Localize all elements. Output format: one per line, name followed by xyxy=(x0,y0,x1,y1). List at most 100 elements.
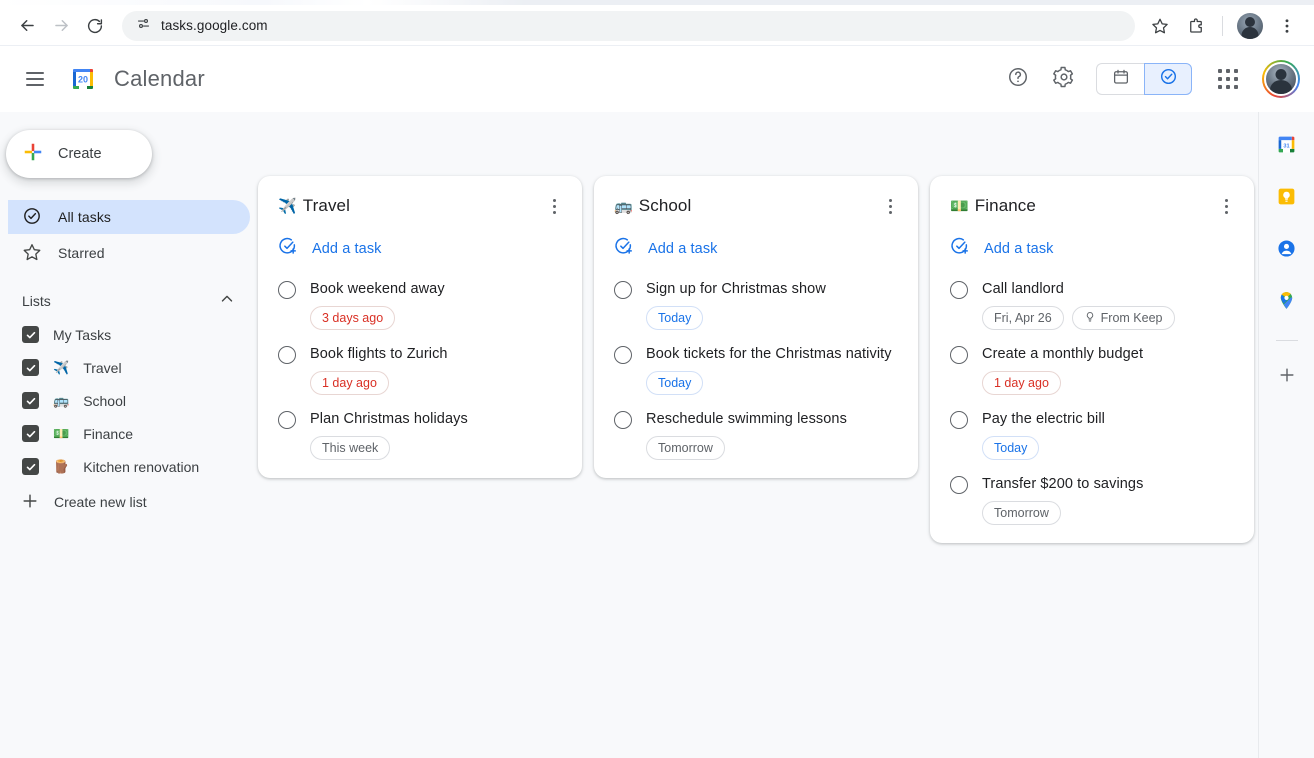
list-visibility-checkbox[interactable] xyxy=(22,326,39,343)
star-icon xyxy=(1151,17,1169,35)
settings-button[interactable] xyxy=(1044,59,1084,99)
extensions-puzzle-icon xyxy=(1187,17,1205,35)
google-apps-button[interactable] xyxy=(1208,59,1248,99)
task-complete-checkbox[interactable] xyxy=(278,411,296,429)
create-button[interactable]: Create xyxy=(6,130,152,178)
list-emoji: 🪵 xyxy=(53,458,70,474)
sidebar-list-label: Finance xyxy=(83,425,133,442)
forward-button[interactable] xyxy=(44,9,78,43)
add-task-button[interactable]: Add a task xyxy=(594,222,918,269)
task-chip-label: From Keep xyxy=(1100,311,1163,325)
reload-button[interactable] xyxy=(78,9,112,43)
task-row[interactable]: Pay the electric bill Today xyxy=(930,399,1254,464)
task-chip[interactable]: This week xyxy=(310,436,391,460)
task-title: Book tickets for the Christmas nativity xyxy=(646,346,892,362)
task-complete-checkbox[interactable] xyxy=(614,411,632,429)
sidebar-list-item[interactable]: 🪵 Kitchen renovation xyxy=(0,450,258,483)
task-row[interactable]: Reschedule swimming lessons Tomorrow xyxy=(594,399,918,464)
card-menu-button[interactable] xyxy=(874,190,906,222)
site-settings-icon[interactable] xyxy=(136,16,151,36)
task-complete-checkbox[interactable] xyxy=(614,346,632,364)
list-visibility-checkbox[interactable] xyxy=(22,425,39,442)
task-chip[interactable]: 3 days ago xyxy=(310,306,396,330)
browser-menu-button[interactable] xyxy=(1270,9,1304,43)
main-menu-button[interactable] xyxy=(14,58,56,100)
bookmark-button[interactable] xyxy=(1143,9,1177,43)
reload-icon xyxy=(86,17,104,35)
task-chip[interactable]: From Keep xyxy=(1071,306,1175,330)
lists-section-header[interactable]: Lists xyxy=(0,284,258,318)
extensions-button[interactable] xyxy=(1179,9,1213,43)
browser-toolbar-actions xyxy=(1143,9,1304,43)
google-calendar-icon[interactable]: 31 xyxy=(1269,126,1305,162)
sidebar-list-item[interactable]: 🚌 School xyxy=(0,384,258,417)
task-title: Book flights to Zurich xyxy=(310,346,448,362)
card-menu-button[interactable] xyxy=(1210,190,1242,222)
list-emoji: 💵 xyxy=(53,425,70,441)
task-chip[interactable]: Fri, Apr 26 xyxy=(982,306,1064,330)
card-header: 🚌 School xyxy=(594,190,918,222)
task-chip-label: 1 day ago xyxy=(994,376,1049,390)
account-avatar[interactable] xyxy=(1262,60,1300,98)
sidebar-list-item[interactable]: 💵 Finance xyxy=(0,417,258,450)
task-chip[interactable]: Today xyxy=(646,371,704,395)
task-chip[interactable]: Today xyxy=(646,306,704,330)
task-body: Reschedule swimming lessons Tomorrow xyxy=(646,409,902,460)
task-complete-checkbox[interactable] xyxy=(278,281,296,299)
view-toggle xyxy=(1096,63,1192,95)
task-row[interactable]: Call landlord Fri, Apr 26 From Keep xyxy=(930,269,1254,334)
task-title: Plan Christmas holidays xyxy=(310,411,468,427)
sidebar-list-label: Travel xyxy=(83,359,122,376)
list-visibility-checkbox[interactable] xyxy=(22,458,39,475)
task-chip-label: Tomorrow xyxy=(658,441,713,455)
card-menu-button[interactable] xyxy=(538,190,570,222)
task-row[interactable]: Book weekend away 3 days ago xyxy=(258,269,582,334)
chevron-up-icon[interactable] xyxy=(218,290,236,313)
task-complete-checkbox[interactable] xyxy=(614,281,632,299)
sidebar-list-item[interactable]: My Tasks xyxy=(0,318,258,351)
calendar-logo-day: 20 xyxy=(78,74,88,84)
list-emoji: ✈️ xyxy=(278,198,297,215)
task-complete-checkbox[interactable] xyxy=(950,346,968,364)
task-chips: This week xyxy=(310,436,566,460)
task-complete-checkbox[interactable] xyxy=(950,281,968,299)
task-chips: 1 day ago xyxy=(310,371,566,395)
add-addons-button[interactable] xyxy=(1269,359,1305,395)
task-row[interactable]: Create a monthly budget 1 day ago xyxy=(930,334,1254,399)
task-complete-checkbox[interactable] xyxy=(950,476,968,494)
profile-avatar-icon[interactable] xyxy=(1237,12,1263,39)
task-row[interactable]: Transfer $200 to savings Tomorrow xyxy=(930,464,1254,529)
sidebar-item-all-tasks[interactable]: All tasks xyxy=(8,200,250,234)
tasks-view-toggle[interactable] xyxy=(1144,63,1192,95)
list-visibility-checkbox[interactable] xyxy=(22,392,39,409)
list-emoji: ✈️ xyxy=(53,359,70,375)
task-chip[interactable]: 1 day ago xyxy=(982,371,1061,395)
sidebar-list-item[interactable]: ✈️ Travel xyxy=(0,351,258,384)
add-task-button[interactable]: Add a task xyxy=(258,222,582,269)
google-maps-icon[interactable] xyxy=(1269,282,1305,318)
google-keep-icon[interactable] xyxy=(1269,178,1305,214)
task-chip[interactable]: 1 day ago xyxy=(310,371,389,395)
help-button[interactable] xyxy=(998,59,1038,99)
task-chip[interactable]: Today xyxy=(982,436,1040,460)
address-bar[interactable]: tasks.google.com xyxy=(122,10,1135,41)
task-row[interactable]: Book tickets for the Christmas nativity T… xyxy=(594,334,918,399)
task-chip[interactable]: Tomorrow xyxy=(646,436,725,460)
create-new-list-button[interactable]: Create new list xyxy=(0,485,258,519)
google-contacts-icon[interactable] xyxy=(1269,230,1305,266)
task-chips: Fri, Apr 26 From Keep xyxy=(982,306,1238,330)
sidebar-item-starred[interactable]: Starred xyxy=(8,236,250,270)
task-chip[interactable]: Tomorrow xyxy=(982,501,1061,525)
task-row[interactable]: Book flights to Zurich 1 day ago xyxy=(258,334,582,399)
task-complete-checkbox[interactable] xyxy=(278,346,296,364)
calendar-view-toggle[interactable] xyxy=(1096,63,1144,95)
sidebar-list-label: My Tasks xyxy=(53,326,112,343)
add-task-button[interactable]: Add a task xyxy=(930,222,1254,269)
task-chip-label: 1 day ago xyxy=(322,376,377,390)
task-row[interactable]: Sign up for Christmas show Today xyxy=(594,269,918,334)
task-row[interactable]: Plan Christmas holidays This week xyxy=(258,399,582,464)
calendar-icon xyxy=(1112,68,1130,91)
list-visibility-checkbox[interactable] xyxy=(22,359,39,376)
task-complete-checkbox[interactable] xyxy=(950,411,968,429)
back-button[interactable] xyxy=(10,9,44,43)
